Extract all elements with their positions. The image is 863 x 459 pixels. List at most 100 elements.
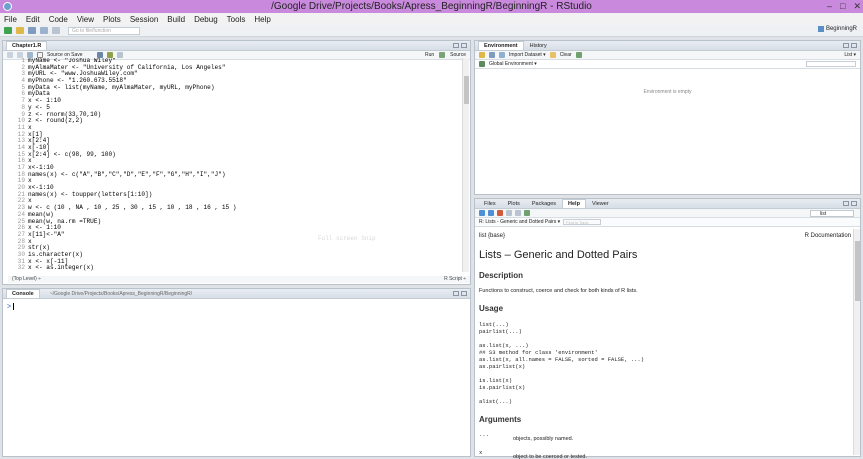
line-numbers: 1 2 3 4 5 6 7 8 9 10 11 12 13 14 15 16 17 18 19 20 21 22 23 24 2… <box>8 58 25 272</box>
title-bar: /Google Drive/Projects/Books/Apress_Begi… <box>0 0 863 13</box>
text-cursor <box>13 303 15 310</box>
code-line[interactable]: x[11]<-"A" <box>28 231 236 239</box>
help-scroll-thumb[interactable] <box>855 241 860 301</box>
maximize-button[interactable]: □ <box>840 1 845 12</box>
menu-code[interactable]: Code <box>49 15 68 24</box>
tab-files[interactable]: Files <box>478 199 502 208</box>
arguments-heading: Arguments <box>479 415 522 424</box>
code-line[interactable]: x <box>28 124 236 132</box>
menu-debug[interactable]: Debug <box>194 15 218 24</box>
code-line[interactable]: x <box>28 238 236 246</box>
snip-overlay-text: Full screen Snip <box>318 235 376 242</box>
editor-status-bar: (Top Level) ÷ R Script ÷ <box>8 276 470 283</box>
maximize-help-icon[interactable] <box>851 201 857 206</box>
editor-scroll-thumb[interactable] <box>464 76 469 104</box>
save-workspace-icon[interactable] <box>489 52 495 58</box>
menu-tools[interactable]: Tools <box>227 15 246 24</box>
console-path: ~/Google Drive/Projects/Books/Apress_Beg… <box>49 291 193 297</box>
code-line[interactable]: x <box>28 158 236 165</box>
help-doc-label: R Documentation <box>804 233 851 239</box>
load-workspace-icon[interactable] <box>479 52 485 58</box>
maximize-console-icon[interactable] <box>461 291 467 296</box>
code-line[interactable]: x <box>28 178 236 185</box>
scope-dropdown[interactable]: Global Environment ▾ <box>489 61 537 67</box>
argument-name: ... <box>479 431 489 438</box>
maximize-pane-icon[interactable] <box>461 43 467 48</box>
tab-chapter1[interactable]: Chapter1.R <box>6 41 48 50</box>
minimize-console-icon[interactable] <box>453 291 459 296</box>
code-line[interactable]: x[2:4] <- c(98, 99, 100) <box>28 151 236 159</box>
argument-row: ... objects, possibly named. <box>479 431 851 442</box>
save-icon[interactable] <box>28 27 36 34</box>
scope-indicator[interactable]: (Top Level) ÷ <box>12 276 41 283</box>
refresh-help-icon[interactable] <box>524 210 530 216</box>
code-line[interactable]: names(x) <- toupper(letters[1:10]) <box>28 191 236 199</box>
code-line[interactable]: z <- round(z,2) <box>28 117 236 125</box>
argument-name: x <box>479 449 483 456</box>
new-file-icon[interactable] <box>4 27 12 34</box>
code-line[interactable]: x <- as.integer(x) <box>28 265 236 272</box>
menu-session[interactable]: Session <box>130 15 158 24</box>
help-forward-icon[interactable] <box>488 210 494 216</box>
minimize-button[interactable]: – <box>827 1 832 12</box>
menu-edit[interactable]: Edit <box>26 15 40 24</box>
code-line[interactable]: names(x) <- c("A","B","C","D","E","F","G… <box>28 171 236 179</box>
tab-console[interactable]: Console <box>6 289 40 298</box>
menu-help[interactable]: Help <box>254 15 270 24</box>
minimize-env-icon[interactable] <box>843 43 849 48</box>
minimize-pane-icon[interactable] <box>453 43 459 48</box>
close-button[interactable]: ✕ <box>853 1 861 12</box>
code-line[interactable]: x[2:4] <box>28 138 236 145</box>
menu-bar: File Edit Code View Plots Session Build … <box>0 13 863 25</box>
clear-button[interactable]: Clear <box>560 52 572 58</box>
tab-viewer[interactable]: Viewer <box>586 199 615 208</box>
editor-scrollbar[interactable] <box>462 58 469 272</box>
usage-heading: Usage <box>479 304 504 313</box>
view-mode-dropdown[interactable]: List ▾ <box>844 52 856 58</box>
code-line[interactable]: myData <- list(myName, myAlmaMater, myUR… <box>28 84 236 92</box>
find-in-topic-input[interactable]: Find in Topic <box>563 219 602 225</box>
help-title: Lists – Generic and Dotted Pairs <box>479 249 638 261</box>
menu-build[interactable]: Build <box>167 15 185 24</box>
export-help-icon[interactable] <box>515 210 521 216</box>
help-pane: Files Plots Packages Help Viewer list R:… <box>474 198 861 459</box>
save-all-icon[interactable] <box>40 27 48 34</box>
console-prompt[interactable]: > <box>7 303 15 311</box>
tab-environment[interactable]: Environment <box>478 41 524 50</box>
console-pane[interactable]: Console ~/Google Drive/Projects/Books/Ap… <box>2 288 471 457</box>
maximize-env-icon[interactable] <box>851 43 857 48</box>
help-back-icon[interactable] <box>479 210 485 216</box>
import-dataset-button[interactable]: Import Dataset ▾ <box>509 52 546 58</box>
r-env-icon <box>479 61 485 67</box>
menu-view[interactable]: View <box>77 15 94 24</box>
open-file-icon[interactable] <box>16 27 24 34</box>
code-editor[interactable]: 1 2 3 4 5 6 7 8 9 10 11 12 13 14 15 16 17 18 19 20 21 22 23 24 2… <box>8 58 470 272</box>
topic-dropdown[interactable]: R: Lists - Generic and Dotted Pairs ▾ <box>479 219 560 225</box>
code-line[interactable]: x[1] <box>28 131 236 139</box>
code-line[interactable]: w <- c (10 , NA , 10 , 25 , 30 , 15 , 10… <box>28 204 236 212</box>
menu-plots[interactable]: Plots <box>103 15 121 24</box>
file-type-indicator[interactable]: R Script ÷ <box>444 276 466 283</box>
print-help-icon[interactable] <box>506 210 512 216</box>
tab-packages[interactable]: Packages <box>526 199 562 208</box>
code-line[interactable]: x <- 1:10 <box>28 97 236 105</box>
usage-code: list(...) pairlist(...) as.list(x, ...) … <box>479 321 645 405</box>
main-toolbar: Go to file/function BeginningR <box>0 25 863 37</box>
help-scrollbar[interactable] <box>853 229 860 455</box>
help-search-input[interactable]: list <box>810 210 854 217</box>
tab-plots[interactable]: Plots <box>502 199 526 208</box>
print-icon[interactable] <box>52 27 60 34</box>
code-text[interactable]: myName <- "Joshua Wiley" myAlmaMater <- "… <box>28 58 236 272</box>
goto-file-input[interactable]: Go to file/function <box>68 26 140 35</box>
project-menu[interactable]: BeginningR <box>817 26 857 32</box>
minimize-help-icon[interactable] <box>843 201 849 206</box>
help-content: list {base} R Documentation Lists – Gene… <box>479 230 851 459</box>
home-icon[interactable] <box>497 210 503 216</box>
menu-file[interactable]: File <box>4 15 17 24</box>
env-search-input[interactable] <box>806 61 856 67</box>
tab-history[interactable]: History <box>524 41 553 50</box>
refresh-icon[interactable] <box>575 52 582 58</box>
import-icon <box>499 52 505 58</box>
description-text: Functions to construct, coerce and check… <box>479 288 638 294</box>
tab-help[interactable]: Help <box>562 199 586 208</box>
